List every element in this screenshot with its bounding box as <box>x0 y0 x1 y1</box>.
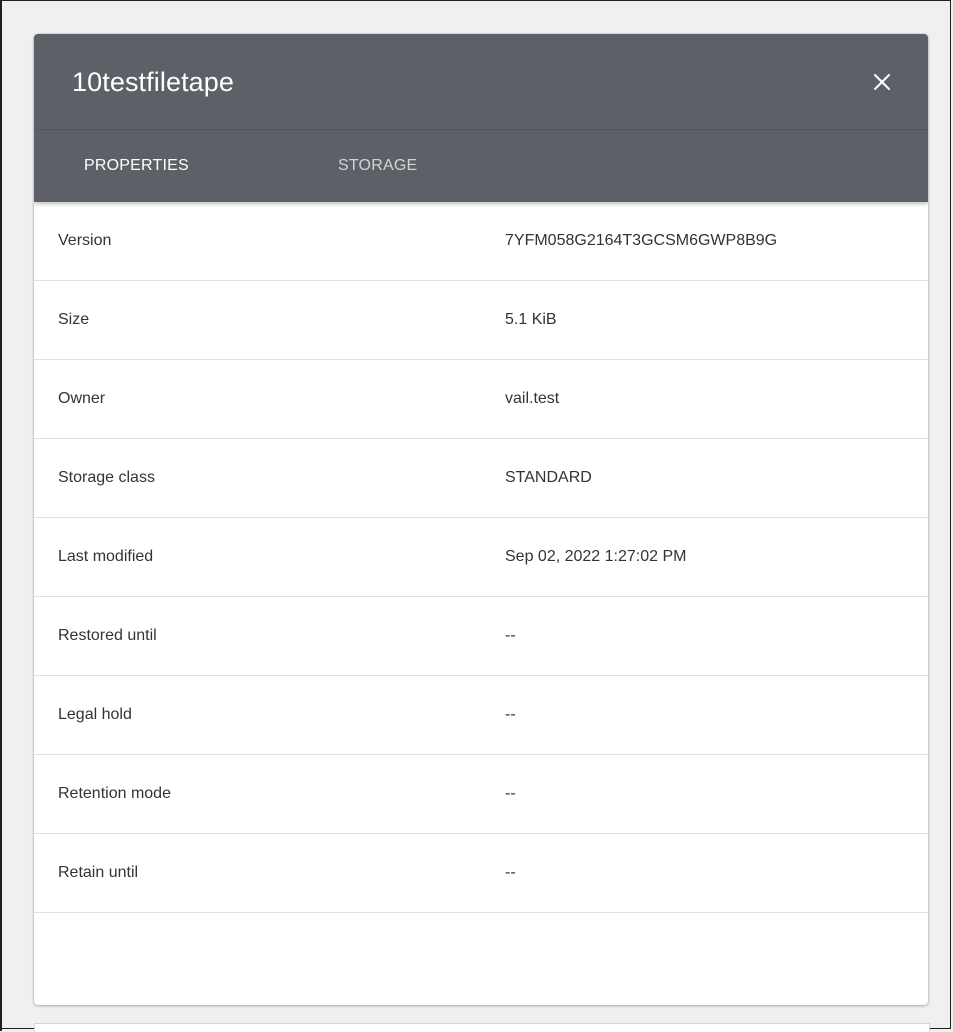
property-value: -- <box>505 864 516 881</box>
dialog-title-bar: 10testfiletape <box>34 34 928 130</box>
property-label: Owner <box>58 390 106 407</box>
property-row-restored-until: Restored until -- <box>34 597 928 676</box>
property-value: STANDARD <box>505 469 592 486</box>
property-label: Legal hold <box>58 706 132 723</box>
property-row-retain-until: Retain until -- <box>34 834 928 913</box>
property-label: Retain until <box>58 864 139 881</box>
tab-properties[interactable]: PROPERTIES <box>84 130 189 202</box>
tab-bar: PROPERTIES STORAGE <box>34 130 928 202</box>
property-value: -- <box>505 627 516 644</box>
object-properties-dialog: 10testfiletape PROPERTIES STORAGE Versio… <box>34 34 928 1005</box>
dialog-title: 10testfiletape <box>72 67 235 97</box>
close-icon <box>874 74 890 90</box>
property-row-last-modified: Last modified Sep 02, 2022 1:27:02 PM <box>34 518 928 597</box>
dialog-header: 10testfiletape PROPERTIES STORAGE <box>34 34 928 202</box>
window-frame-left-edge <box>0 0 2 1031</box>
property-label: Size <box>58 311 90 328</box>
property-label: Version <box>58 232 112 249</box>
property-row-version: Version 7YFM058G2164T3GCSM6GWP8B9G <box>34 202 928 281</box>
property-row-storage-class: Storage class STANDARD <box>34 439 928 518</box>
property-row-retention-mode: Retention mode -- <box>34 755 928 834</box>
property-label: Restored until <box>58 627 157 644</box>
property-row-size: Size 5.1 KiB <box>34 281 928 360</box>
close-button[interactable] <box>868 68 896 96</box>
property-row-owner: Owner vail.test <box>34 360 928 439</box>
property-label: Storage class <box>58 469 155 486</box>
properties-list: Version 7YFM058G2164T3GCSM6GWP8B9G Size … <box>34 202 928 913</box>
property-label: Last modified <box>58 548 154 565</box>
property-value: Sep 02, 2022 1:27:02 PM <box>505 548 687 565</box>
property-row-legal-hold: Legal hold -- <box>34 676 928 755</box>
property-value: -- <box>505 785 516 802</box>
property-value: 5.1 KiB <box>505 311 557 328</box>
property-label: Retention mode <box>58 785 171 802</box>
property-value: -- <box>505 706 516 723</box>
property-value: vail.test <box>505 390 560 407</box>
property-value: 7YFM058G2164T3GCSM6GWP8B9G <box>505 232 778 249</box>
tab-storage[interactable]: STORAGE <box>338 130 417 202</box>
